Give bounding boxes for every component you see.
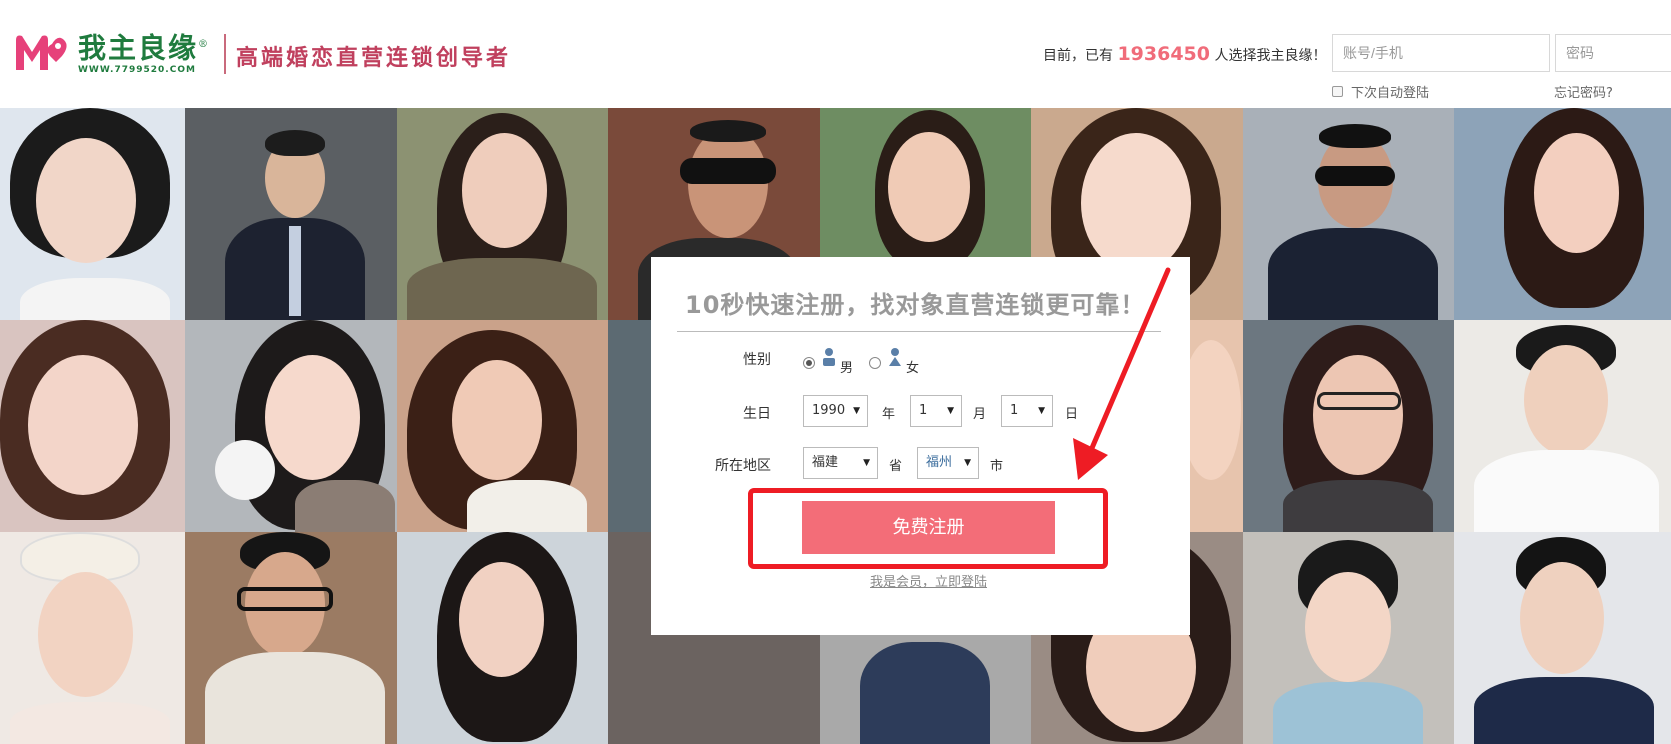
- logo-url: WWW.7799520.COM: [78, 65, 196, 76]
- member-photo[interactable]: [185, 532, 397, 744]
- member-photo[interactable]: [1243, 532, 1454, 744]
- birth-day-select[interactable]: 1: [1001, 395, 1053, 427]
- month-unit: 月: [973, 407, 987, 422]
- member-photo[interactable]: [185, 108, 397, 320]
- site-header: 我主良缘® WWW.7799520.COM 高端婚恋直营连锁创导者 目前，已有 …: [0, 0, 1671, 108]
- password-input[interactable]: 密码: [1555, 34, 1671, 72]
- birth-month-select[interactable]: 1: [910, 395, 962, 427]
- male-icon: [823, 348, 835, 366]
- year-unit: 年: [882, 407, 896, 422]
- gender-male-label: 男: [840, 361, 854, 376]
- member-photo[interactable]: [397, 532, 608, 744]
- region-label: 所在地区: [715, 458, 771, 474]
- member-count: 目前，已有 1936450 人选择我主良缘！: [1043, 43, 1327, 65]
- member-photo[interactable]: [0, 532, 185, 744]
- member-photo[interactable]: [1454, 108, 1671, 320]
- logo-name: 我主良缘®: [78, 31, 211, 65]
- divider: [677, 331, 1161, 332]
- member-login-link[interactable]: 我是会员，立即登陆: [870, 571, 987, 590]
- city-unit: 市: [990, 459, 1004, 474]
- auto-login-label: 下次自动登陆: [1351, 86, 1430, 101]
- city-select[interactable]: 福州: [917, 447, 979, 479]
- forgot-password-link[interactable]: 忘记密码?: [1554, 82, 1613, 101]
- member-photo[interactable]: [1454, 532, 1671, 744]
- member-photo[interactable]: [397, 320, 608, 532]
- auto-login-checkbox[interactable]: [1332, 86, 1343, 97]
- annotation-highlight-box: [748, 488, 1108, 569]
- province-unit: 省: [889, 459, 903, 474]
- auto-login-option[interactable]: 下次自动登陆: [1332, 82, 1429, 101]
- member-photo[interactable]: [1243, 320, 1454, 532]
- logo-divider: [224, 34, 227, 74]
- member-photo[interactable]: [0, 108, 185, 320]
- birthday-label: 生日: [743, 406, 771, 422]
- gender-female-label: 女: [906, 361, 920, 376]
- birth-year-select[interactable]: 1990: [803, 395, 868, 427]
- register-title: 10秒快速注册，找对象直营连锁更可靠！: [685, 291, 1146, 319]
- female-icon: [889, 348, 901, 366]
- site-slogan: 高端婚恋直营连锁创导者: [236, 45, 512, 71]
- member-photo[interactable]: [1243, 108, 1454, 320]
- gender-label: 性别: [743, 352, 771, 368]
- member-photo[interactable]: [397, 108, 608, 320]
- day-unit: 日: [1065, 407, 1079, 422]
- member-photo[interactable]: [1454, 320, 1671, 532]
- account-input[interactable]: 账号/手机: [1332, 34, 1550, 72]
- member-photo[interactable]: [0, 320, 185, 532]
- member-count-number: 1936450: [1117, 43, 1210, 65]
- heart-logo-icon: [12, 30, 72, 74]
- province-select[interactable]: 福建: [803, 447, 878, 479]
- site-logo[interactable]: 我主良缘® WWW.7799520.COM 高端婚恋直营连锁创导者: [12, 30, 511, 78]
- register-panel: 10秒快速注册，找对象直营连锁更可靠！ 性别 男 女 生日 1990 年 1 月…: [651, 257, 1190, 635]
- gender-male-radio[interactable]: [803, 357, 815, 369]
- member-photo[interactable]: [185, 320, 397, 532]
- gender-female-radio[interactable]: [869, 357, 881, 369]
